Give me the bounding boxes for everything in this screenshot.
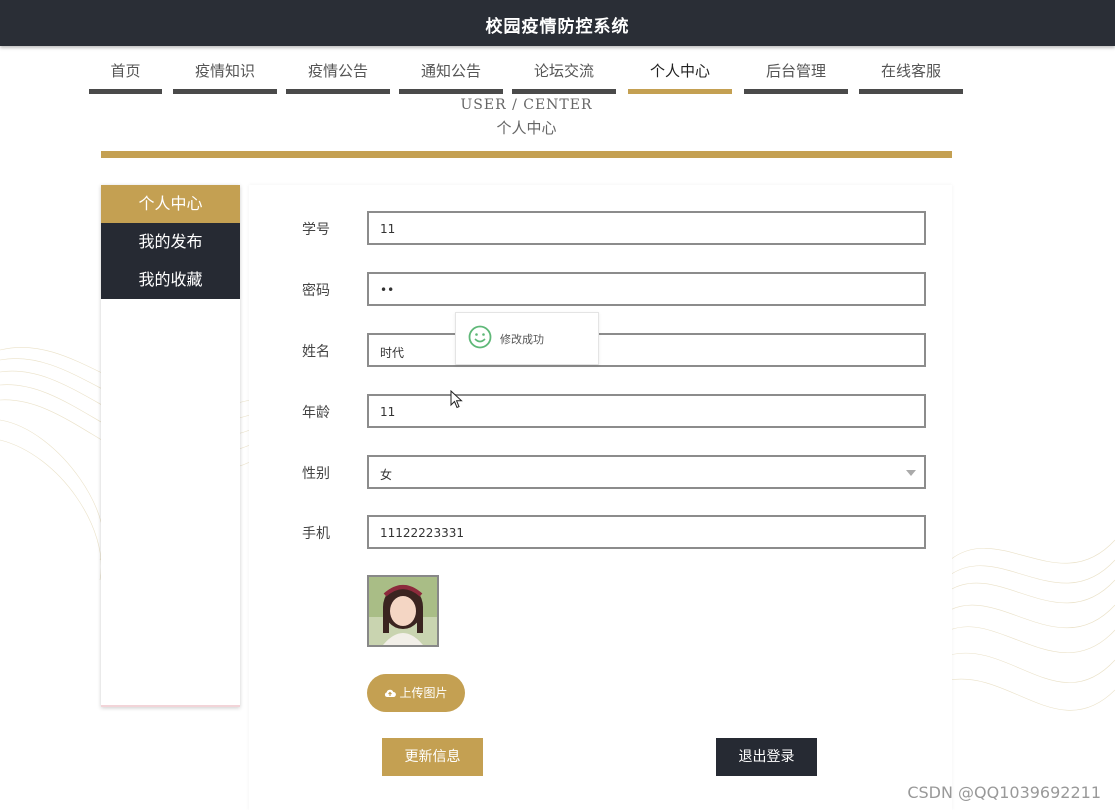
gender-select-value: 女 — [380, 468, 393, 482]
avatar-image — [367, 575, 439, 647]
form-row-phone: 手机 11122223331 — [302, 515, 927, 549]
upload-image-label: 上传图片 — [399, 686, 448, 700]
success-toast: 修改成功 — [455, 312, 599, 365]
nav-item-admin[interactable]: 后台管理 — [744, 58, 848, 94]
sidebar: 个人中心 我的发布 我的收藏 — [101, 185, 240, 707]
cloud-upload-icon — [385, 689, 397, 697]
sidebar-item-my-favorites[interactable]: 我的收藏 — [101, 261, 240, 299]
chevron-down-icon — [906, 470, 916, 476]
divider — [101, 151, 952, 158]
age-label: 年龄 — [302, 405, 330, 421]
upload-image-button[interactable]: 上传图片 — [367, 674, 465, 712]
phone-input[interactable]: 11122223331 — [367, 515, 926, 549]
nav-item-epidemic-notice[interactable]: 疫情公告 — [286, 58, 390, 94]
update-info-button[interactable]: 更新信息 — [382, 738, 483, 776]
nav-item-home[interactable]: 首页 — [89, 58, 162, 94]
student-id-label: 学号 — [302, 222, 330, 238]
nav-item-user-center[interactable]: 个人中心 — [628, 58, 732, 94]
name-label: 姓名 — [302, 344, 330, 360]
smile-icon — [468, 325, 492, 349]
form-row-gender: 性别 女 — [302, 455, 927, 489]
sidebar-item-my-posts[interactable]: 我的发布 — [101, 223, 240, 261]
page-heading: USER / CENTER 个人中心 — [101, 97, 952, 138]
toast-message: 修改成功 — [500, 333, 544, 346]
main-nav: 首页 疫情知识 疫情公告 通知公告 论坛交流 个人中心 后台管理 在线客服 — [0, 58, 1115, 98]
student-id-input[interactable]: 11 — [367, 211, 926, 245]
form-row-age: 年龄 11 — [302, 394, 927, 428]
mouse-cursor-icon — [450, 390, 463, 409]
password-label: 密码 — [302, 283, 330, 299]
sidebar-item-user-center[interactable]: 个人中心 — [101, 185, 240, 223]
top-header: 校园疫情防控系统 — [0, 0, 1115, 46]
phone-label: 手机 — [302, 526, 330, 542]
page-title-en: USER / CENTER — [460, 97, 593, 113]
nav-item-knowledge[interactable]: 疫情知识 — [173, 58, 277, 94]
logout-button[interactable]: 退出登录 — [716, 738, 817, 776]
watermark-text: CSDN @QQ1039692211 — [907, 783, 1101, 802]
page-title-cn: 个人中心 — [496, 119, 557, 137]
nav-item-announcement[interactable]: 通知公告 — [399, 58, 503, 94]
form-row-password: 密码 •• — [302, 272, 927, 306]
profile-form-panel: 学号 11 密码 •• 姓名 时代 年龄 11 性别 女 手机 11122223… — [249, 185, 952, 810]
nav-item-online-service[interactable]: 在线客服 — [859, 58, 963, 94]
form-row-name: 姓名 时代 — [302, 333, 927, 367]
name-input[interactable]: 时代 — [367, 333, 926, 367]
gender-select[interactable]: 女 — [367, 455, 926, 489]
nav-item-forum[interactable]: 论坛交流 — [512, 58, 616, 94]
form-row-student-id: 学号 11 — [302, 211, 927, 245]
gender-label: 性别 — [302, 466, 330, 482]
password-input[interactable]: •• — [367, 272, 926, 306]
app-title: 校园疫情防控系统 — [485, 17, 630, 37]
